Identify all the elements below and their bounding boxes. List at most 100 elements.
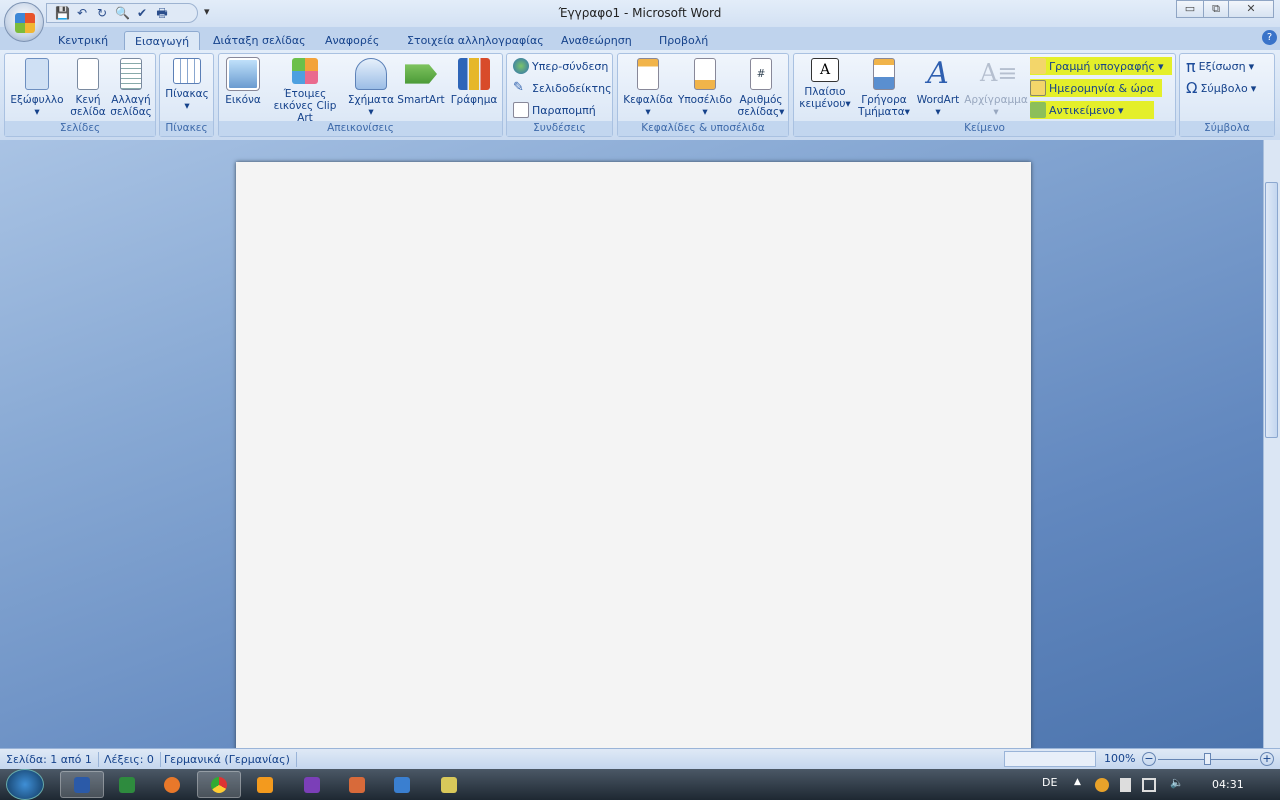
label: Σχήματα: [347, 94, 395, 106]
power-icon[interactable]: [1120, 778, 1131, 792]
app-blue-icon: [394, 776, 410, 793]
language-indicator[interactable]: Γερμανικά (Γερμανίας): [158, 752, 297, 767]
help-icon[interactable]: ?: [1262, 30, 1277, 45]
header-button[interactable]: Κεφαλίδα ▾: [620, 58, 676, 118]
taskbar-firefox[interactable]: [150, 771, 194, 798]
smartart-icon: [405, 64, 437, 84]
group-pages: Εξώφυλλο ▾ Κενή σελίδα Αλλαγή σελίδας Σελίδ…: [4, 53, 156, 137]
firefox-icon: [164, 776, 180, 793]
bookmark-icon: ✎: [513, 80, 524, 95]
show-hidden-icons[interactable]: ▲: [1074, 777, 1081, 787]
blank-page-button[interactable]: Κενή σελίδα: [69, 58, 107, 118]
text-box-button[interactable]: A Πλαίσιο κειμένου▾: [796, 58, 854, 110]
zoom-slider-handle[interactable]: [1204, 753, 1211, 765]
tab-view[interactable]: Προβολή: [649, 31, 718, 51]
group-illustrations: Εικόνα Έτοιμες εικόνες Clip Art Σχήματα ▾ …: [218, 53, 503, 137]
label: Εξίσωση: [1198, 59, 1246, 73]
quick-print-icon[interactable]: 🖶: [155, 6, 169, 20]
input-language[interactable]: DE: [1042, 776, 1057, 789]
taskbar-media-player[interactable]: [243, 771, 287, 798]
cross-reference-button[interactable]: Παραπομπή: [513, 101, 596, 119]
cover-page-button[interactable]: Εξώφυλλο ▾: [9, 58, 65, 118]
label: Αντικείμενο: [1049, 103, 1115, 117]
label: Γράφημα: [450, 94, 498, 106]
customize-qat-button[interactable]: ▾: [204, 5, 210, 18]
document-page[interactable]: [236, 162, 1031, 752]
quick-parts-icon: [873, 58, 895, 90]
page-break-button[interactable]: Αλλαγή σελίδας: [109, 58, 153, 118]
wordart-icon: A: [927, 56, 949, 91]
group-header-footer: Κεφαλίδα ▾ Υποσέλιδο ▾ # Αριθμός σελίδας▾ Κε…: [617, 53, 789, 137]
text-box-icon: A: [811, 58, 839, 82]
spelling-icon[interactable]: ✔: [135, 6, 149, 20]
word-count[interactable]: Λέξεις: 0: [98, 752, 161, 767]
view-buttons[interactable]: [1004, 751, 1096, 767]
volume-icon[interactable]: 🔈: [1170, 776, 1184, 789]
status-bar: Σελίδα: 1 από 1 Λέξεις: 0 Γερμανικά (Γερ…: [0, 748, 1280, 769]
table-button[interactable]: Πίνακας ▾: [162, 58, 212, 112]
start-button[interactable]: [6, 769, 44, 800]
label: Γρήγορα: [861, 94, 907, 106]
shapes-button[interactable]: Σχήματα ▾: [347, 58, 395, 118]
save-icon[interactable]: 💾: [55, 6, 70, 20]
taskbar-app-yellow[interactable]: [427, 771, 471, 798]
taskbar-excel[interactable]: [105, 771, 149, 798]
zoom-level[interactable]: 100%: [1104, 752, 1135, 765]
signature-line-button[interactable]: Γραμμή υπογραφής ▾: [1030, 57, 1172, 75]
clock[interactable]: 04:31: [1212, 778, 1244, 791]
taskbar-word[interactable]: [60, 771, 104, 798]
tab-page-layout[interactable]: Διάταξη σελίδας: [203, 31, 316, 51]
smartart-button[interactable]: SmartArt: [397, 58, 445, 106]
print-preview-icon[interactable]: 🔍: [115, 6, 130, 20]
scrollbar-thumb[interactable]: [1265, 182, 1278, 438]
zoom-out-button[interactable]: −: [1142, 752, 1156, 766]
group-label: Απεικονίσεις: [219, 121, 502, 136]
group-label: Κεφαλίδες & υποσέλιδα: [618, 121, 788, 136]
taskbar-chrome[interactable]: [197, 771, 241, 798]
close-button[interactable]: ✕: [1228, 0, 1274, 18]
tab-home[interactable]: Κεντρική: [48, 31, 118, 51]
footer-icon: [694, 58, 716, 90]
quick-parts-button[interactable]: Γρήγορα Τμήματα▾: [854, 58, 914, 118]
label: Σύμβολο: [1200, 81, 1248, 95]
hyperlink-button[interactable]: Υπερ-σύνδεση: [513, 57, 608, 75]
clip-art-icon: [292, 58, 318, 84]
page-count[interactable]: Σελίδα: 1 από 1: [0, 752, 99, 767]
tray-app-icon[interactable]: [1095, 778, 1109, 792]
minimize-button[interactable]: ▭: [1176, 0, 1204, 18]
group-tables: Πίνακας ▾ Πίνακες: [159, 53, 214, 137]
restore-button[interactable]: ⧉: [1203, 0, 1229, 18]
chart-button[interactable]: Γράφημα: [447, 58, 501, 106]
redo-icon[interactable]: ↻: [95, 6, 109, 20]
taskbar-app-orange[interactable]: [335, 771, 379, 798]
footer-button[interactable]: Υποσέλιδο ▾: [676, 58, 734, 118]
label: Εικόνα: [225, 94, 261, 106]
symbol-button[interactable]: Ω Σύμβολο ▾: [1186, 79, 1256, 97]
label: Ημερομηνία & ώρα: [1049, 81, 1155, 95]
network-icon[interactable]: [1142, 778, 1156, 792]
tab-review[interactable]: Αναθεώρηση: [551, 31, 642, 51]
ribbon-tabs: Κεντρική Εισαγωγή Διάταξη σελίδας Αναφορ…: [0, 27, 1280, 51]
label: Υποσέλιδο: [677, 94, 733, 106]
undo-icon[interactable]: ↶: [75, 6, 89, 20]
label: Έτοιμες: [283, 88, 327, 100]
wordart-button[interactable]: A WordArt ▾: [912, 56, 964, 119]
app-purple-icon: [304, 776, 320, 793]
tab-insert[interactable]: Εισαγωγή: [124, 31, 201, 51]
page-number-button[interactable]: # Αριθμός σελίδας▾: [734, 58, 788, 118]
date-time-button[interactable]: Ημερομηνία & ώρα: [1030, 79, 1163, 97]
office-button[interactable]: [4, 2, 44, 42]
equation-button[interactable]: π Εξίσωση ▾: [1186, 57, 1254, 76]
picture-icon: [226, 57, 260, 91]
label: Πλαίσιο: [804, 86, 846, 98]
zoom-in-button[interactable]: +: [1260, 752, 1274, 766]
picture-button[interactable]: Εικόνα: [221, 57, 265, 106]
taskbar-app-purple[interactable]: [290, 771, 334, 798]
clip-art-button[interactable]: Έτοιμες εικόνες Clip Art: [265, 58, 345, 124]
bookmark-button[interactable]: ✎ Σελιδοδείκτης: [513, 79, 612, 97]
group-label: Σελίδες: [5, 121, 155, 136]
tab-mailings[interactable]: Στοιχεία αλληλογραφίας: [397, 31, 554, 51]
tab-references[interactable]: Αναφορές: [315, 31, 389, 51]
taskbar-app-blue[interactable]: [380, 771, 424, 798]
object-button[interactable]: Αντικείμενο ▾: [1030, 101, 1154, 119]
